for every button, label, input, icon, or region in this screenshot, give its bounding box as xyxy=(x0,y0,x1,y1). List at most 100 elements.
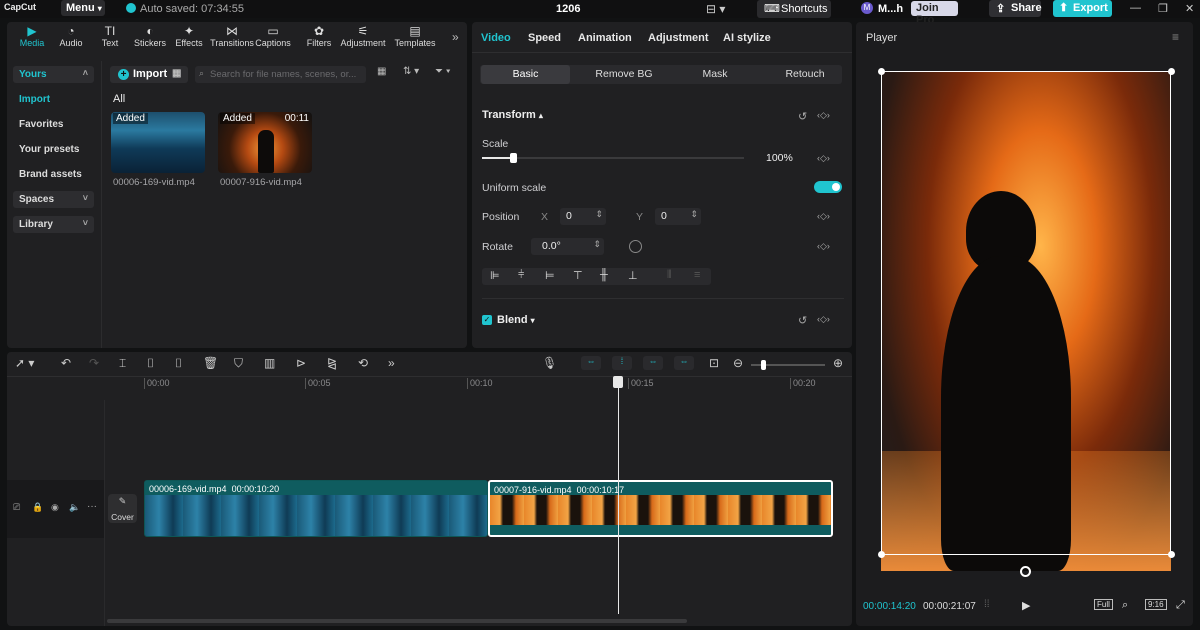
cover-button[interactable]: ✎ Cover xyxy=(108,494,137,523)
linkage-button[interactable]: ⇔ xyxy=(643,356,663,370)
redo-icon[interactable]: ↷ xyxy=(89,356,99,370)
track-video-icon[interactable]: ⎚ xyxy=(13,502,20,513)
timecode-grid-icon[interactable]: ⁞⁞ xyxy=(984,599,990,610)
align-center-v-icon[interactable]: ╫ xyxy=(600,269,608,281)
tab-audio[interactable]: ◔ Audio xyxy=(52,24,90,48)
marker-icon[interactable]: ⛉ xyxy=(234,356,243,371)
position-y-input[interactable]: 0 ⇕ xyxy=(655,208,701,225)
media-item-ocean[interactable]: Added xyxy=(111,112,205,173)
share-button[interactable]: ⇪ Share xyxy=(989,0,1042,17)
media-item-fire[interactable]: Added 00:11 xyxy=(218,112,312,173)
align-right-icon[interactable]: ⊨ xyxy=(545,269,555,282)
tab-ai-stylize[interactable]: AI stylize xyxy=(723,32,771,44)
export-button[interactable]: ⬆ Export xyxy=(1053,0,1112,17)
tab-animation[interactable]: Animation xyxy=(578,32,632,44)
horizontal-scrollbar[interactable] xyxy=(107,619,687,623)
layout-icon[interactable]: ⊟ ▾ xyxy=(706,2,725,16)
tab-speed[interactable]: Speed xyxy=(528,32,561,44)
grid-view-icon[interactable]: ▦ xyxy=(172,68,181,79)
more-icon[interactable]: ··· xyxy=(87,501,97,512)
zoom-slider[interactable] xyxy=(751,360,825,370)
avatar[interactable]: M xyxy=(861,2,873,14)
stepper-icon[interactable]: ⇕ xyxy=(690,209,698,220)
view-toggle-icon[interactable]: ▦ xyxy=(377,66,386,77)
username[interactable]: M...h xyxy=(878,3,903,15)
more-tools-icon[interactable]: » xyxy=(388,356,395,370)
zoom-in-icon[interactable]: ⊕ xyxy=(833,356,843,370)
sidebar-item-favorites[interactable]: Favorites xyxy=(13,116,94,133)
position-x-input[interactable]: 0 ⇕ xyxy=(560,208,606,225)
undo-icon[interactable]: ↶ xyxy=(61,356,71,370)
keyframe-icon[interactable]: ‹◇› xyxy=(817,211,830,222)
play-icon[interactable]: ▶ xyxy=(1022,599,1030,612)
tab-adjustment[interactable]: ⚟ Adjustment xyxy=(339,24,387,48)
main-track-magnet-button[interactable]: ⇔ xyxy=(581,356,601,370)
fullscreen-icon[interactable]: ⤢ xyxy=(1176,599,1185,612)
import-button[interactable]: + Import ▦ xyxy=(110,66,188,83)
microphone-icon[interactable]: 🎙 xyxy=(542,356,557,370)
project-name[interactable]: 1206 xyxy=(556,3,580,15)
keyframe-icon[interactable]: ‹◇› xyxy=(817,314,830,325)
subtab-remove-bg[interactable]: Remove BG xyxy=(579,65,669,84)
eye-icon[interactable]: ◉ xyxy=(51,502,59,513)
keyframe-icon[interactable]: ‹◇› xyxy=(817,110,830,121)
rotate-handle[interactable] xyxy=(1020,566,1031,577)
zoom-icon[interactable]: ⌕ xyxy=(1122,599,1128,612)
align-bottom-icon[interactable]: ⊥ xyxy=(628,269,638,282)
tab-filters[interactable]: ✿ Filters xyxy=(300,24,338,48)
reset-icon[interactable]: ↺ xyxy=(798,110,807,123)
transform-header[interactable]: Transform ▴ xyxy=(482,109,543,121)
hamburger-icon[interactable]: ≡ xyxy=(1172,30,1179,44)
sidebar-item-library[interactable]: Library ˅ xyxy=(13,216,94,233)
audio-icon[interactable]: 🔈 xyxy=(69,502,80,513)
stepper-icon[interactable]: ⇕ xyxy=(595,209,603,220)
join-pro-button[interactable]: Join Pro xyxy=(911,1,958,26)
fit-icon[interactable]: ⊡ xyxy=(709,356,719,370)
select-tool-icon[interactable]: ➚ ▾ xyxy=(15,356,34,370)
minimize-icon[interactable]: — xyxy=(1130,2,1141,14)
preview-axis-button[interactable]: ⇔ xyxy=(674,356,694,370)
timeline-clip-fire[interactable]: 00007-916-vid.mp4 00:00:10:17 xyxy=(488,480,833,537)
reverse-icon[interactable]: ⊳ xyxy=(296,356,306,370)
shortcuts-button[interactable]: ⌨ Shortcuts xyxy=(757,0,831,18)
keyframe-icon[interactable]: ‹◇› xyxy=(817,241,830,252)
blend-header[interactable]: Blend ▾ xyxy=(497,314,535,326)
more-tabs-icon[interactable]: » xyxy=(452,30,459,44)
tab-effects[interactable]: ✦ Effects xyxy=(170,24,208,48)
tab-media[interactable]: ▶ Media xyxy=(13,24,51,48)
subtab-mask[interactable]: Mask xyxy=(670,65,760,84)
subtab-basic[interactable]: Basic xyxy=(481,65,570,84)
uniform-scale-toggle[interactable] xyxy=(814,181,842,193)
scale-value[interactable]: 100% xyxy=(766,152,793,164)
tab-captions[interactable]: ▭ Captions xyxy=(254,24,292,48)
close-icon[interactable]: ✕ xyxy=(1185,2,1194,15)
tab-stickers[interactable]: ◐ Stickers xyxy=(131,24,169,48)
split-right-icon[interactable]: ⌷ xyxy=(175,356,182,371)
tab-text[interactable]: TI Text xyxy=(91,24,129,48)
lock-icon[interactable]: 🔒 xyxy=(32,502,43,513)
scale-slider[interactable] xyxy=(482,153,744,163)
blend-checkbox[interactable]: ✓ xyxy=(482,315,492,325)
split-icon[interactable]: ⌶ xyxy=(119,356,126,371)
auto-snap-button[interactable]: ⁞ xyxy=(612,356,632,370)
sidebar-item-import[interactable]: Import xyxy=(13,91,94,108)
menu-button[interactable]: Menu ▾ xyxy=(61,0,105,16)
tab-video[interactable]: Video xyxy=(481,32,511,44)
playhead-handle[interactable] xyxy=(613,376,623,388)
stepper-icon[interactable]: ⇕ xyxy=(593,239,601,250)
scale-knob[interactable] xyxy=(510,153,518,163)
search-input[interactable]: ⌕ Search for file names, scenes, or... xyxy=(195,66,366,83)
split-left-icon[interactable]: ⌷ xyxy=(147,356,154,371)
tab-templates[interactable]: ▤ Templates xyxy=(391,24,439,48)
sidebar-item-brand-assets[interactable]: Brand assets xyxy=(13,166,94,183)
restore-icon[interactable]: ❐ xyxy=(1158,2,1168,15)
sidebar-item-spaces[interactable]: Spaces ˅ xyxy=(13,191,94,208)
keyframe-icon[interactable]: ‹◇› xyxy=(817,153,830,164)
filter-icon[interactable]: ⏷ ▾ xyxy=(435,66,451,77)
resize-handle[interactable] xyxy=(878,68,885,75)
resize-handle[interactable] xyxy=(1168,551,1175,558)
timeline-clip-ocean[interactable]: 00006-169-vid.mp4 00:00:10:20 xyxy=(144,480,488,537)
tab-adjustment[interactable]: Adjustment xyxy=(648,32,709,44)
align-center-h-icon[interactable]: ⫩ xyxy=(518,269,524,282)
freeze-icon[interactable]: ▥ xyxy=(264,356,275,370)
